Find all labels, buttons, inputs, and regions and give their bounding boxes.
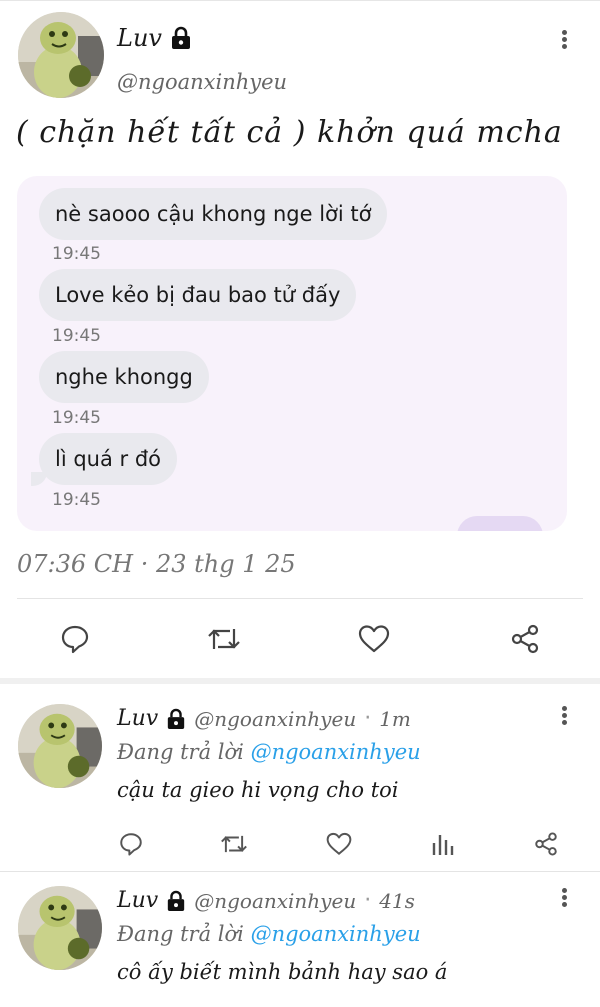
- views-button[interactable]: [430, 830, 456, 858]
- outgoing-bubble-peek: [457, 516, 543, 531]
- share-button[interactable]: [508, 622, 542, 656]
- author-handle[interactable]: @ngoanxinhyeu: [117, 70, 287, 94]
- reply-tweet[interactable]: Luv @ngoanxinhyeu · 1m Đang trả lời @ngo…: [0, 684, 600, 869]
- lock-icon: [171, 26, 190, 49]
- more-options-icon[interactable]: [558, 28, 570, 52]
- separator-dot: ·: [364, 888, 372, 913]
- like-button[interactable]: [357, 622, 391, 656]
- replying-label: Đang trả lời: [117, 740, 244, 764]
- divider: [17, 598, 583, 599]
- share-icon: [535, 832, 557, 856]
- avatar[interactable]: [18, 704, 102, 788]
- share-icon: [511, 624, 539, 654]
- chat-bubble: nè saooo cậu khong nge lời tớ: [39, 188, 388, 240]
- reply-icon: [120, 833, 142, 856]
- chat-screenshot[interactable]: nè saooo cậu khong nge lời tớ 19:45 Love…: [17, 176, 567, 531]
- author-name[interactable]: Luv: [117, 706, 158, 731]
- separator-dot: ·: [364, 706, 372, 731]
- replying-to: Đang trả lời @ngoanxinhyeu: [117, 922, 421, 946]
- repost-button[interactable]: [206, 622, 242, 656]
- replying-to: Đang trả lời @ngoanxinhyeu: [117, 740, 421, 764]
- share-button[interactable]: [532, 830, 560, 858]
- avatar-image: [18, 704, 102, 788]
- views-icon: [432, 835, 454, 855]
- mention-link[interactable]: @ngoanxinhyeu: [251, 740, 421, 764]
- mention-link[interactable]: @ngoanxinhyeu: [251, 922, 421, 946]
- like-icon: [326, 832, 352, 855]
- chat-bubble: nghe khongg: [39, 351, 209, 403]
- like-icon: [358, 625, 390, 653]
- main-post: Luv @ngoanxinhyeu ( chặn hết tất cả ) kh…: [0, 0, 600, 680]
- post-timestamp: 07:36 CH · 23 thg 1 25: [17, 550, 296, 578]
- reply-time: 1m: [379, 706, 411, 731]
- lock-icon: [168, 890, 185, 911]
- repost-icon: [208, 629, 240, 649]
- reply-text: cô ấy biết mình bảnh hay sao á: [117, 960, 448, 984]
- repost-icon: [221, 835, 247, 853]
- avatar-image: [18, 886, 102, 970]
- author-handle[interactable]: @ngoanxinhyeu: [194, 707, 356, 731]
- chat-bubble: Love kẻo bị đau bao tử đấy: [39, 269, 357, 321]
- reply-button[interactable]: [117, 830, 145, 858]
- chat-bubble: lì quá r đó: [39, 433, 178, 485]
- avatar[interactable]: [18, 12, 104, 98]
- more-options-icon[interactable]: [558, 704, 570, 728]
- post-text: ( chặn hết tất cả ) khởn quá mcha: [16, 115, 563, 150]
- chat-time: 19:45: [52, 408, 101, 428]
- reply-text: cậu ta gieo hi vọng cho toi: [117, 778, 399, 802]
- lock-icon: [168, 708, 185, 729]
- more-options-icon[interactable]: [558, 886, 570, 910]
- chat-time: 19:45: [52, 244, 101, 264]
- reply-time: 41s: [379, 888, 415, 913]
- avatar-image: [18, 12, 104, 98]
- reply-button[interactable]: [58, 622, 92, 656]
- author-handle[interactable]: @ngoanxinhyeu: [194, 889, 356, 913]
- replying-label: Đang trả lời: [117, 922, 244, 946]
- repost-button[interactable]: [219, 830, 249, 858]
- avatar[interactable]: [18, 886, 102, 970]
- author-name[interactable]: Luv: [117, 888, 158, 913]
- like-button[interactable]: [325, 830, 353, 858]
- chat-time: 19:45: [52, 326, 101, 346]
- reply-icon: [61, 625, 89, 654]
- author-name[interactable]: Luv: [117, 24, 162, 52]
- chat-time: 19:45: [52, 490, 101, 510]
- reply-tweet[interactable]: Luv @ngoanxinhyeu · 41s Đang trả lời @ng…: [0, 866, 600, 1007]
